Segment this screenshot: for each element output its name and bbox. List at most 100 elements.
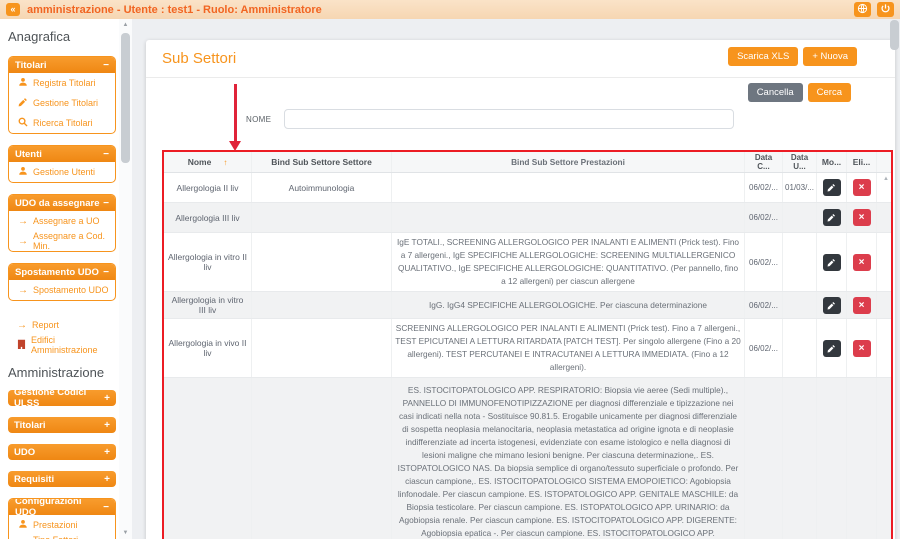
clear-button[interactable]: Cancella — [748, 83, 803, 102]
panel-title: Requisiti — [14, 474, 54, 485]
column-header-nome[interactable]: Nome ↑ — [164, 152, 252, 172]
sidebar-link-report[interactable]: → Report — [8, 315, 116, 335]
sidebar: Anagrafica Titolari − Registra Titolari … — [0, 19, 119, 539]
sidebar-item-gestione-titolari[interactable]: Gestione Titolari — [9, 93, 115, 113]
sidebar-item-tipo-fattori-produttivi[interactable]: Tipo Fattori Produttivi — [9, 535, 115, 539]
table-row: ES. ISTOCITOPATOLOGICO APP. RESPIRATORIO… — [164, 378, 891, 539]
nome-input[interactable] — [284, 109, 734, 129]
panel-header-utenti[interactable]: Utenti − — [9, 146, 115, 162]
new-button[interactable]: + Nuova — [803, 47, 857, 66]
sidebar-item-ricerca-titolari[interactable]: Ricerca Titolari — [9, 113, 115, 133]
language-globe-button[interactable] — [854, 2, 871, 17]
sidebar-item-label: Prestazioni — [33, 520, 78, 530]
cell-prestazioni: IgE TOTALI., SCREENING ALLERGOLOGICO PER… — [392, 233, 745, 291]
pencil-icon — [827, 255, 836, 270]
panel-header-requisiti[interactable]: Requisiti + — [8, 471, 116, 487]
delete-row-button[interactable]: × — [853, 340, 871, 357]
sidebar-item-spostamento-udo[interactable]: → Spostamento UDO — [9, 280, 115, 300]
delete-row-button[interactable]: × — [853, 179, 871, 196]
cell-settore — [252, 233, 392, 291]
sidebar-panel-utenti: Utenti − Gestione Utenti — [8, 145, 116, 183]
collapse-minus-icon[interactable]: − — [103, 149, 109, 160]
panel-title: Utenti — [15, 149, 42, 160]
pencil-icon — [827, 341, 836, 356]
expand-plus-icon[interactable]: + — [104, 447, 110, 458]
scroll-down-icon[interactable]: ▼ — [119, 527, 132, 539]
logout-power-button[interactable] — [877, 2, 894, 17]
edit-row-button[interactable] — [823, 297, 841, 314]
sub-settori-card: Sub Settori Scarica XLS + Nuova Cancella… — [146, 40, 895, 539]
sidebar-item-label: Gestione Utenti — [33, 167, 95, 177]
collapse-minus-icon[interactable]: − — [103, 60, 109, 71]
delete-row-button[interactable]: × — [853, 297, 871, 314]
delete-row-button[interactable]: × — [853, 209, 871, 226]
sidebar-item-assegnare-a-uo[interactable]: → Assegnare a UO — [9, 211, 115, 231]
annotation-arrowhead-icon — [229, 141, 241, 151]
panel-header-spostamento-udo[interactable]: Spostamento UDO − — [9, 264, 115, 280]
expand-plus-icon[interactable]: + — [104, 420, 110, 431]
page-scrollbar-thumb[interactable] — [890, 20, 899, 50]
page-scrollbar[interactable] — [890, 20, 899, 80]
arrow-right-icon: → — [17, 320, 27, 331]
collapse-sidebar-button[interactable]: « — [6, 3, 20, 16]
cell-data-update — [783, 292, 817, 318]
panel-title: Titolari — [14, 420, 46, 431]
sub-settori-table: Nome ↑ Bind Sub Settore Settore Bind Sub… — [162, 150, 893, 539]
main-content: Sub Settori Scarica XLS + Nuova Cancella… — [132, 19, 900, 539]
arrow-right-icon: → — [18, 236, 28, 247]
sidebar-item-label: Report — [32, 320, 59, 330]
table-row: Allergologia in vitro III liv IgG. IgG4 … — [164, 292, 891, 319]
collapse-minus-icon[interactable]: − — [103, 502, 109, 513]
cell-prestazioni — [392, 203, 745, 232]
column-header-prestazioni[interactable]: Bind Sub Settore Prestazioni — [392, 152, 745, 172]
collapse-minus-icon[interactable]: − — [103, 198, 109, 209]
panel-header-configurazioni-udo[interactable]: Configurazioni UDO − — [9, 499, 115, 515]
panel-header-udo[interactable]: UDO + — [8, 444, 116, 460]
panel-header-titolari[interactable]: Titolari − — [9, 57, 115, 73]
panel-header-udo-da-assegnare[interactable]: UDO da assegnare − — [9, 195, 115, 211]
cell-settore — [252, 292, 392, 318]
expand-plus-icon[interactable]: + — [104, 474, 110, 485]
table-header-row: Nome ↑ Bind Sub Settore Settore Bind Sub… — [164, 152, 891, 173]
cell-data-creazione: 06/02/... — [745, 203, 783, 232]
expand-plus-icon[interactable]: + — [104, 393, 110, 404]
table-scroll-up-icon[interactable]: ▲ — [883, 176, 889, 182]
user-icon — [18, 166, 28, 178]
cell-data-update: 01/03/... — [783, 173, 817, 202]
sidebar-panel-spostamento-udo: Spostamento UDO − → Spostamento UDO — [8, 263, 116, 301]
edit-row-button[interactable] — [823, 209, 841, 226]
building-icon — [17, 339, 26, 351]
edit-row-button[interactable] — [823, 179, 841, 196]
edit-icon — [18, 97, 28, 109]
sidebar-scrollbar-thumb[interactable] — [121, 33, 130, 163]
sidebar-item-label: Spostamento UDO — [33, 285, 109, 295]
cell-nome — [164, 378, 252, 539]
topbar: « amministrazione - Utente : test1 - Ruo… — [0, 0, 900, 19]
panel-header-gestione-codici-ulss[interactable]: Gestione Codici ULSS + — [8, 390, 116, 406]
sidebar-item-label: Assegnare a UO — [33, 216, 100, 226]
column-header-data-update[interactable]: Data U... — [783, 152, 817, 172]
sidebar-item-gestione-utenti[interactable]: Gestione Utenti — [9, 162, 115, 182]
scroll-up-icon[interactable]: ▲ — [119, 19, 132, 31]
collapse-minus-icon[interactable]: − — [103, 267, 109, 278]
sidebar-item-prestazioni[interactable]: Prestazioni — [9, 515, 115, 535]
delete-row-button[interactable]: × — [853, 254, 871, 271]
table-row: Allergologia III liv 06/02/... × — [164, 203, 891, 233]
column-header-elimina: Eli... — [847, 152, 877, 172]
sidebar-item-label: Registra Titolari — [33, 78, 96, 88]
cell-prestazioni: ES. ISTOCITOPATOLOGICO APP. RESPIRATORIO… — [392, 378, 745, 539]
sidebar-item-registra-titolari[interactable]: Registra Titolari — [9, 73, 115, 93]
sidebar-link-edifici-amministrazione[interactable]: Edifici Amministrazione — [8, 335, 116, 355]
download-xls-button[interactable]: Scarica XLS — [728, 47, 798, 66]
edit-row-button[interactable] — [823, 340, 841, 357]
sidebar-item-assegnare-a-cod-min[interactable]: → Assegnare a Cod. Min. — [9, 231, 115, 251]
column-header-data-creazione[interactable]: Data C... — [745, 152, 783, 172]
column-header-settore[interactable]: Bind Sub Settore Settore — [252, 152, 392, 172]
cell-data-update — [783, 378, 817, 539]
edit-row-button[interactable] — [823, 254, 841, 271]
sidebar-scrollbar[interactable]: ▲ ▼ — [119, 19, 132, 539]
cell-settore — [252, 203, 392, 232]
panel-header-titolari-admin[interactable]: Titolari + — [8, 417, 116, 433]
search-button[interactable]: Cerca — [808, 83, 851, 102]
cell-nome: Allergologia in vivo II liv — [164, 319, 252, 377]
